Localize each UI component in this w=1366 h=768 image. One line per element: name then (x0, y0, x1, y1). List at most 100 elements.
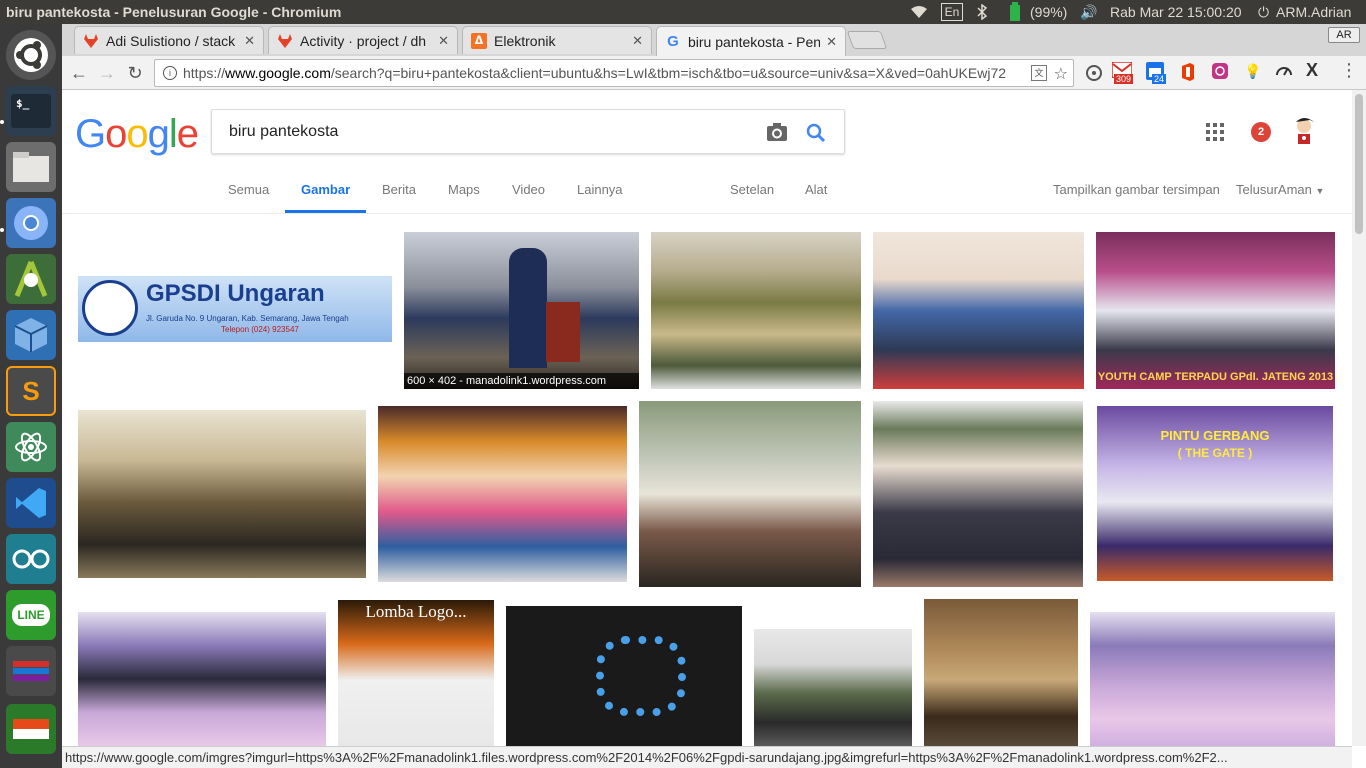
steam-icon[interactable] (6, 646, 56, 696)
close-icon[interactable]: ✕ (438, 33, 449, 49)
tools-link[interactable]: Alat (805, 182, 827, 197)
image-result[interactable] (78, 410, 366, 578)
arduino-icon[interactable] (6, 534, 56, 584)
image-result[interactable] (1090, 612, 1335, 746)
image-result[interactable]: 600 × 402 - manadolink1.wordpress.com (404, 232, 639, 389)
atom-icon[interactable] (6, 422, 56, 472)
image-result[interactable] (506, 606, 742, 746)
dash-icon[interactable] (6, 30, 56, 80)
apps-grid-icon[interactable] (1206, 123, 1224, 141)
safesearch-dropdown[interactable]: TelusurAman ▼ (1236, 182, 1324, 197)
tab-adi-sulistiono[interactable]: Adi Sulistiono / stack ✕ (74, 26, 264, 54)
chromium-icon[interactable] (6, 198, 56, 248)
power-icon[interactable]: ⏻ (1258, 0, 1269, 24)
toolbar: ← → ↻ i https://www.google.com/search?q=… (62, 56, 1366, 90)
files-icon[interactable] (6, 142, 56, 192)
browser-chrome: Adi Sulistiono / stack ✕ Activity · proje… (62, 24, 1366, 90)
battery-icon[interactable] (1008, 0, 1022, 24)
tab-berita[interactable]: Berita (382, 182, 416, 197)
speedometer-icon[interactable] (1275, 62, 1293, 80)
user-name[interactable]: ARM.Adrian (1276, 0, 1351, 24)
image-result[interactable]: Lomba Logo... (338, 600, 494, 746)
chevron-down-icon: ▼ (1315, 186, 1325, 196)
menu-icon[interactable]: ⋮ (1340, 60, 1358, 81)
google-logo[interactable]: Google (75, 112, 199, 157)
image-result[interactable] (651, 232, 861, 389)
bookmark-star-icon[interactable]: ☆ (1054, 64, 1068, 84)
android-studio-icon[interactable] (6, 254, 56, 304)
saved-images-link[interactable]: Tampilkan gambar tersimpan (1053, 182, 1220, 197)
tab-lainnya[interactable]: Lainnya (577, 182, 623, 197)
vscode-icon[interactable] (6, 478, 56, 528)
image-result[interactable]: GPSDI Ungaran Jl. Garuda No. 9 Ungaran, … (78, 276, 392, 342)
tab-elektronik[interactable]: ᐃ Elektronik ✕ (462, 26, 652, 54)
search-icon[interactable] (804, 121, 828, 145)
gitlab-icon (277, 33, 293, 49)
image-result[interactable] (639, 401, 861, 587)
google-icon: G (667, 33, 679, 50)
bluetooth-icon[interactable] (977, 0, 987, 24)
tab-activity-project[interactable]: Activity · project / dh ✕ (268, 26, 458, 54)
avatar[interactable] (1292, 116, 1318, 146)
shop-icon: ᐃ (471, 32, 487, 49)
new-tab-button[interactable] (846, 31, 888, 49)
top-panel: biru pantekosta - Penelusuran Google - C… (0, 0, 1366, 24)
tab-gambar[interactable]: Gambar (301, 182, 350, 197)
back-icon[interactable]: ← (68, 62, 90, 84)
image-result[interactable] (378, 406, 627, 582)
scrollbar-thumb[interactable] (1355, 94, 1363, 234)
translate-icon[interactable]: 文 (1031, 65, 1047, 81)
divider (62, 213, 1352, 214)
sublime-icon[interactable]: S (6, 366, 56, 416)
image-result[interactable]: PINTU GERBANG ( THE GATE ) (1097, 406, 1333, 581)
close-icon[interactable]: ✕ (244, 33, 255, 49)
app-icon-partial[interactable] (6, 704, 56, 754)
tab-semua[interactable]: Semua (228, 182, 269, 197)
image-result[interactable] (924, 599, 1078, 746)
x-extension-icon[interactable]: X (1306, 60, 1318, 81)
tab-biru-pantekosta[interactable]: G biru pantekosta - Pen ✕ (656, 26, 846, 56)
search-box[interactable]: biru pantekosta (211, 109, 845, 154)
target-icon[interactable] (1084, 63, 1104, 83)
volume-icon[interactable]: 🔊 (1080, 0, 1097, 24)
info-icon[interactable]: i (163, 66, 177, 80)
instagram-icon[interactable] (1212, 63, 1230, 81)
line-icon[interactable]: LINE (6, 590, 56, 640)
tab-video[interactable]: Video (512, 182, 545, 197)
search-input[interactable]: biru pantekosta (229, 123, 338, 141)
image-result[interactable]: YOUTH CAMP TERPADU GPdI. JATENG 2013 (1096, 232, 1335, 389)
window-title: biru pantekosta - Penelusuran Google - C… (6, 4, 342, 20)
image-result[interactable] (873, 232, 1084, 389)
gitlab-icon (83, 33, 99, 49)
office-icon[interactable] (1180, 63, 1198, 81)
wifi-icon[interactable] (910, 0, 928, 24)
gmail-icon[interactable]: 309 (1111, 61, 1136, 84)
notification-badge[interactable]: 2 (1251, 122, 1271, 142)
image-caption: 600 × 402 - manadolink1.wordpress.com (404, 373, 639, 389)
clock[interactable]: Rab Mar 22 15:00:20 (1110, 0, 1242, 24)
profile-badge[interactable]: AR (1328, 27, 1360, 43)
page-content: Google biru pantekosta 2 Semua Gambar Be… (62, 90, 1352, 746)
terminal-icon[interactable]: $_ (6, 86, 56, 136)
forward-icon[interactable]: → (96, 62, 118, 84)
tab-maps[interactable]: Maps (448, 182, 480, 197)
launcher: $_ S LINE (0, 24, 62, 768)
camera-icon[interactable] (766, 122, 788, 142)
battery-percent: (99%) (1030, 4, 1068, 20)
keyboard-layout[interactable]: En (941, 3, 963, 21)
scrollbar[interactable] (1352, 90, 1366, 746)
calendar-icon[interactable]: 24 (1146, 62, 1170, 84)
lightbulb-icon[interactable]: 💡 (1244, 63, 1261, 81)
status-bar: https://www.google.com/imgres?imgurl=htt… (62, 746, 1352, 768)
svg-text:$_: $_ (16, 97, 30, 110)
close-icon[interactable]: ✕ (632, 33, 643, 49)
church-logo-icon (82, 280, 138, 336)
image-result[interactable] (873, 401, 1083, 587)
settings-link[interactable]: Setelan (730, 182, 774, 197)
close-icon[interactable]: ✕ (826, 34, 837, 50)
image-result[interactable] (754, 629, 912, 746)
virtualbox-icon[interactable] (6, 310, 56, 360)
image-result[interactable] (78, 612, 326, 746)
reload-icon[interactable]: ↻ (124, 62, 146, 84)
address-bar[interactable]: i https://www.google.com/search?q=biru+p… (154, 59, 1074, 87)
